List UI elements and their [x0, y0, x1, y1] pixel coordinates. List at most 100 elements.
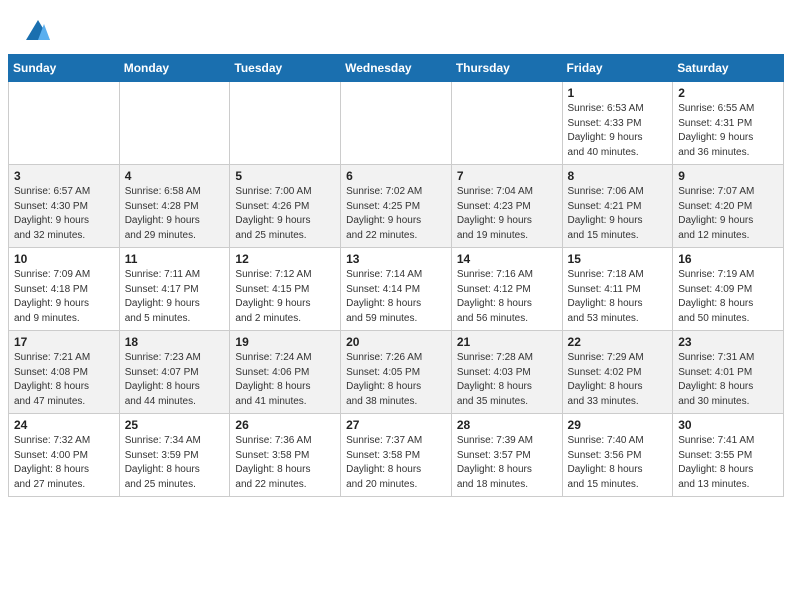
day-number: 9	[678, 169, 778, 183]
calendar-cell	[230, 82, 341, 165]
calendar-cell	[119, 82, 230, 165]
day-number: 10	[14, 252, 114, 266]
day-info: Sunrise: 7:19 AM Sunset: 4:09 PM Dayligh…	[678, 268, 778, 326]
calendar-cell: 20 Sunrise: 7:26 AM Sunset: 4:05 PM Dayli…	[341, 331, 452, 414]
day-number: 30	[678, 418, 778, 432]
day-number: 7	[457, 169, 557, 183]
day-info: Sunrise: 7:14 AM Sunset: 4:14 PM Dayligh…	[346, 268, 446, 326]
day-number: 28	[457, 418, 557, 432]
calendar-cell: 2 Sunrise: 6:55 AM Sunset: 4:31 PM Daylig…	[673, 82, 784, 165]
day-info: Sunrise: 7:16 AM Sunset: 4:12 PM Dayligh…	[457, 268, 557, 326]
calendar-cell: 8Sunrise: 7:06 AM Sunset: 4:21 PM Daylig…	[562, 165, 673, 248]
day-number: 13	[346, 252, 446, 266]
day-number: 20	[346, 335, 446, 349]
calendar-header-sunday: Sunday	[9, 55, 120, 82]
day-info: Sunrise: 7:32 AM Sunset: 4:00 PM Dayligh…	[14, 434, 114, 492]
day-info: Sunrise: 7:00 AM Sunset: 4:26 PM Dayligh…	[235, 185, 335, 243]
calendar-cell: 11Sunrise: 7:11 AM Sunset: 4:17 PM Dayli…	[119, 248, 230, 331]
calendar-cell: 22 Sunrise: 7:29 AM Sunset: 4:02 PM Dayli…	[562, 331, 673, 414]
day-number: 11	[125, 252, 225, 266]
day-number: 5	[235, 169, 335, 183]
day-number: 24	[14, 418, 114, 432]
day-info: Sunrise: 7:34 AM Sunset: 3:59 PM Dayligh…	[125, 434, 225, 492]
day-number: 22	[568, 335, 668, 349]
day-info: Sunrise: 6:53 AM Sunset: 4:33 PM Dayligh…	[568, 102, 668, 160]
day-number: 4	[125, 169, 225, 183]
day-number: 16	[678, 252, 778, 266]
day-info: Sunrise: 6:58 AM Sunset: 4:28 PM Dayligh…	[125, 185, 225, 243]
calendar-cell: 30 Sunrise: 7:41 AM Sunset: 3:55 PM Dayli…	[673, 414, 784, 497]
calendar-header-monday: Monday	[119, 55, 230, 82]
day-info: Sunrise: 7:04 AM Sunset: 4:23 PM Dayligh…	[457, 185, 557, 243]
calendar-header-tuesday: Tuesday	[230, 55, 341, 82]
calendar-cell: 26Sunrise: 7:36 AM Sunset: 3:58 PM Dayli…	[230, 414, 341, 497]
calendar-week-0: 1 Sunrise: 6:53 AM Sunset: 4:33 PM Daylig…	[9, 82, 784, 165]
day-info: Sunrise: 7:40 AM Sunset: 3:56 PM Dayligh…	[568, 434, 668, 492]
day-number: 29	[568, 418, 668, 432]
calendar-cell: 27Sunrise: 7:37 AM Sunset: 3:58 PM Dayli…	[341, 414, 452, 497]
day-info: Sunrise: 7:24 AM Sunset: 4:06 PM Dayligh…	[235, 351, 335, 409]
calendar-cell: 7 Sunrise: 7:04 AM Sunset: 4:23 PM Daylig…	[451, 165, 562, 248]
calendar-container: SundayMondayTuesdayWednesdayThursdayFrid…	[0, 54, 792, 505]
day-info: Sunrise: 7:39 AM Sunset: 3:57 PM Dayligh…	[457, 434, 557, 492]
calendar-cell: 3 Sunrise: 6:57 AM Sunset: 4:30 PM Daylig…	[9, 165, 120, 248]
day-info: Sunrise: 7:37 AM Sunset: 3:58 PM Dayligh…	[346, 434, 446, 492]
day-info: Sunrise: 7:02 AM Sunset: 4:25 PM Dayligh…	[346, 185, 446, 243]
calendar-cell: 18 Sunrise: 7:23 AM Sunset: 4:07 PM Dayli…	[119, 331, 230, 414]
day-info: Sunrise: 6:55 AM Sunset: 4:31 PM Dayligh…	[678, 102, 778, 160]
day-info: Sunrise: 7:12 AM Sunset: 4:15 PM Dayligh…	[235, 268, 335, 326]
day-number: 14	[457, 252, 557, 266]
calendar-cell: 14 Sunrise: 7:16 AM Sunset: 4:12 PM Dayli…	[451, 248, 562, 331]
calendar-week-4: 24 Sunrise: 7:32 AM Sunset: 4:00 PM Dayli…	[9, 414, 784, 497]
calendar-cell	[9, 82, 120, 165]
day-number: 18	[125, 335, 225, 349]
day-info: Sunrise: 7:09 AM Sunset: 4:18 PM Dayligh…	[14, 268, 114, 326]
calendar-cell: 9Sunrise: 7:07 AM Sunset: 4:20 PM Daylig…	[673, 165, 784, 248]
day-info: Sunrise: 7:21 AM Sunset: 4:08 PM Dayligh…	[14, 351, 114, 409]
day-info: Sunrise: 7:28 AM Sunset: 4:03 PM Dayligh…	[457, 351, 557, 409]
day-number: 1	[568, 86, 668, 100]
day-number: 15	[568, 252, 668, 266]
calendar-cell: 29 Sunrise: 7:40 AM Sunset: 3:56 PM Dayli…	[562, 414, 673, 497]
calendar-cell: 16 Sunrise: 7:19 AM Sunset: 4:09 PM Dayli…	[673, 248, 784, 331]
day-number: 19	[235, 335, 335, 349]
calendar-header-thursday: Thursday	[451, 55, 562, 82]
calendar-header-saturday: Saturday	[673, 55, 784, 82]
calendar-cell: 4 Sunrise: 6:58 AM Sunset: 4:28 PM Daylig…	[119, 165, 230, 248]
day-info: Sunrise: 7:31 AM Sunset: 4:01 PM Dayligh…	[678, 351, 778, 409]
day-info: Sunrise: 7:29 AM Sunset: 4:02 PM Dayligh…	[568, 351, 668, 409]
day-info: Sunrise: 7:23 AM Sunset: 4:07 PM Dayligh…	[125, 351, 225, 409]
day-number: 8	[568, 169, 668, 183]
day-info: Sunrise: 7:18 AM Sunset: 4:11 PM Dayligh…	[568, 268, 668, 326]
calendar-table: SundayMondayTuesdayWednesdayThursdayFrid…	[8, 54, 784, 497]
calendar-cell: 1 Sunrise: 6:53 AM Sunset: 4:33 PM Daylig…	[562, 82, 673, 165]
calendar-cell: 23 Sunrise: 7:31 AM Sunset: 4:01 PM Dayli…	[673, 331, 784, 414]
day-number: 6	[346, 169, 446, 183]
day-number: 23	[678, 335, 778, 349]
calendar-week-1: 3 Sunrise: 6:57 AM Sunset: 4:30 PM Daylig…	[9, 165, 784, 248]
calendar-cell	[451, 82, 562, 165]
day-number: 2	[678, 86, 778, 100]
day-number: 17	[14, 335, 114, 349]
calendar-header-row: SundayMondayTuesdayWednesdayThursdayFrid…	[9, 55, 784, 82]
calendar-header-wednesday: Wednesday	[341, 55, 452, 82]
calendar-cell: 10 Sunrise: 7:09 AM Sunset: 4:18 PM Dayli…	[9, 248, 120, 331]
page-header	[0, 0, 792, 54]
calendar-cell: 6 Sunrise: 7:02 AM Sunset: 4:25 PM Daylig…	[341, 165, 452, 248]
calendar-week-3: 17 Sunrise: 7:21 AM Sunset: 4:08 PM Dayli…	[9, 331, 784, 414]
day-info: Sunrise: 7:41 AM Sunset: 3:55 PM Dayligh…	[678, 434, 778, 492]
calendar-cell: 12 Sunrise: 7:12 AM Sunset: 4:15 PM Dayli…	[230, 248, 341, 331]
logo	[24, 18, 56, 46]
day-number: 25	[125, 418, 225, 432]
day-number: 21	[457, 335, 557, 349]
logo-icon	[24, 18, 52, 46]
day-number: 12	[235, 252, 335, 266]
calendar-header-friday: Friday	[562, 55, 673, 82]
day-info: Sunrise: 6:57 AM Sunset: 4:30 PM Dayligh…	[14, 185, 114, 243]
calendar-cell: 13 Sunrise: 7:14 AM Sunset: 4:14 PM Dayli…	[341, 248, 452, 331]
day-info: Sunrise: 7:26 AM Sunset: 4:05 PM Dayligh…	[346, 351, 446, 409]
calendar-cell: 28 Sunrise: 7:39 AM Sunset: 3:57 PM Dayli…	[451, 414, 562, 497]
day-info: Sunrise: 7:36 AM Sunset: 3:58 PM Dayligh…	[235, 434, 335, 492]
day-number: 3	[14, 169, 114, 183]
calendar-cell: 24 Sunrise: 7:32 AM Sunset: 4:00 PM Dayli…	[9, 414, 120, 497]
